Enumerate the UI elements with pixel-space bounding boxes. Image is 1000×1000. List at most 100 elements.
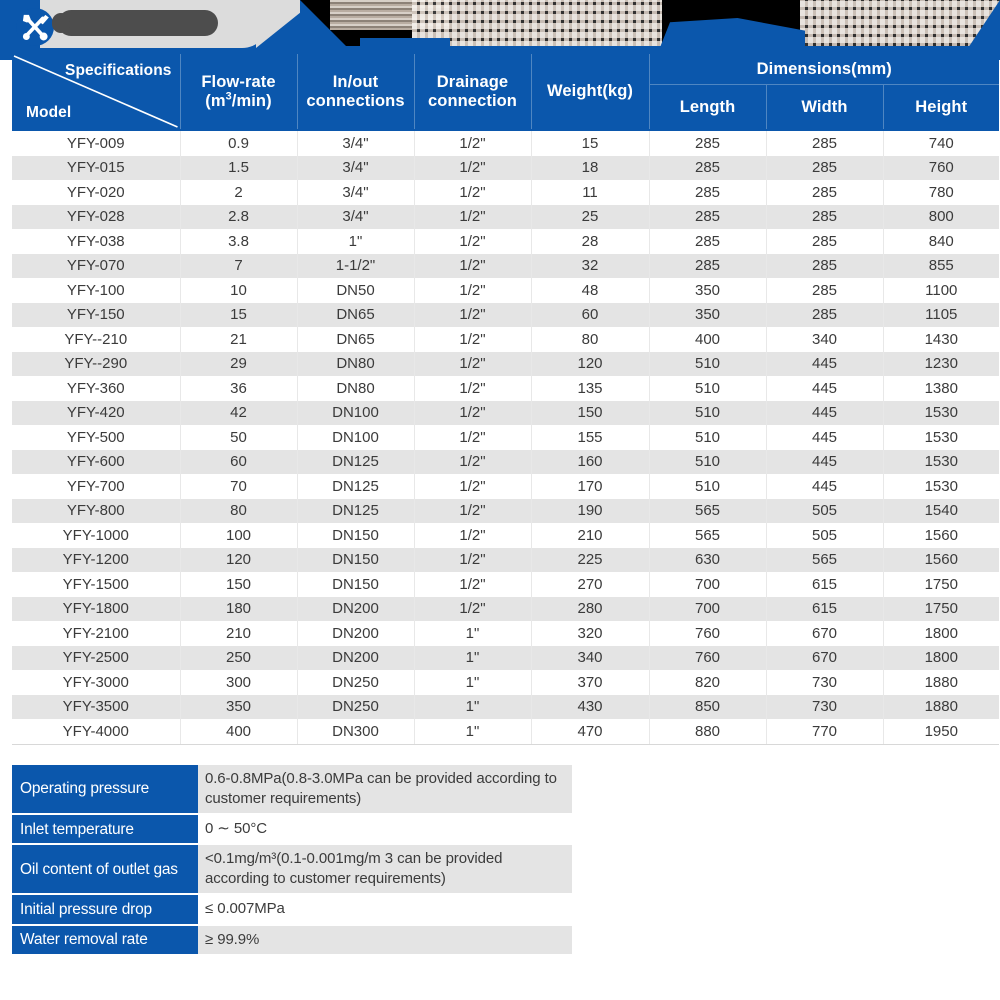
table-row: YFY-028 2.8 3/4" 1/2" 25 285 285 800: [12, 204, 1000, 229]
table-row: YFY-1000 100 DN150 1/2" 210 565 505 1560: [12, 523, 1000, 548]
cell-inout: DN150: [297, 523, 415, 548]
cell-height: 1530: [883, 425, 1000, 450]
cell-length: 760: [649, 645, 767, 670]
cell-weight: 60: [531, 302, 650, 327]
table-row: YFY-015 1.5 3/4" 1/2" 18 285 285 760: [12, 155, 1000, 180]
cell-flow: 80: [180, 498, 298, 523]
cell-length: 400: [649, 327, 767, 352]
cell-width: 565: [766, 547, 884, 572]
cell-width: 285: [766, 204, 884, 229]
cell-flow: 70: [180, 474, 298, 499]
cell-length: 630: [649, 547, 767, 572]
cell-flow: 210: [180, 621, 298, 646]
redacted-brand-text: [52, 10, 218, 36]
cell-length: 565: [649, 523, 767, 548]
cell-height: 1380: [883, 376, 1000, 401]
parameter-name: Inlet temperature: [12, 814, 198, 846]
header-model-label: Model: [26, 103, 72, 121]
cell-inout: DN65: [297, 302, 415, 327]
cell-inout: DN250: [297, 670, 415, 695]
cell-height: 1230: [883, 351, 1000, 376]
cell-weight: 340: [531, 645, 650, 670]
cell-weight: 135: [531, 376, 650, 401]
pixelated-photo-strip-right: [800, 0, 1000, 52]
cell-drain: 1/2": [414, 400, 532, 425]
cell-drain: 1/2": [414, 129, 532, 156]
cell-flow: 29: [180, 351, 298, 376]
cell-inout: 1": [297, 229, 415, 254]
cell-flow: 60: [180, 449, 298, 474]
table-row: YFY--210 21 DN65 1/2" 80 400 340 1430: [12, 327, 1000, 352]
cell-drain: 1": [414, 694, 532, 719]
cell-drain: 1/2": [414, 523, 532, 548]
table-row: YFY-038 3.8 1" 1/2" 28 285 285 840: [12, 229, 1000, 254]
operating-parameters-table: Operating pressure 0.6-0.8MPa(0.8-3.0MPa …: [12, 765, 572, 956]
cell-weight: 160: [531, 449, 650, 474]
cell-inout: DN65: [297, 327, 415, 352]
cell-drain: 1": [414, 645, 532, 670]
cell-model: YFY-009: [12, 129, 181, 156]
cell-height: 840: [883, 229, 1000, 254]
cell-width: 670: [766, 621, 884, 646]
cell-width: 445: [766, 400, 884, 425]
cell-length: 285: [649, 129, 767, 156]
cell-drain: 1/2": [414, 572, 532, 597]
parameter-value: 0 ∼ 50°C: [198, 814, 572, 846]
cell-height: 1530: [883, 474, 1000, 499]
table-row: YFY-800 80 DN125 1/2" 190 565 505 1540: [12, 498, 1000, 523]
cell-flow: 100: [180, 523, 298, 548]
cell-length: 510: [649, 351, 767, 376]
cell-length: 350: [649, 278, 767, 303]
cell-model: YFY-015: [12, 155, 181, 180]
table-row: YFY-360 36 DN80 1/2" 135 510 445 1380: [12, 376, 1000, 401]
cell-drain: 1/2": [414, 498, 532, 523]
cell-height: 780: [883, 180, 1000, 205]
header-inout-line2: connections: [306, 91, 405, 110]
cell-inout: DN150: [297, 547, 415, 572]
cell-flow: 120: [180, 547, 298, 572]
cell-flow: 50: [180, 425, 298, 450]
table-row: YFY-3500 350 DN250 1" 430 850 730 1880: [12, 694, 1000, 719]
cell-height: 1105: [883, 302, 1000, 327]
cell-weight: 170: [531, 474, 650, 499]
cell-inout: DN80: [297, 351, 415, 376]
cell-width: 285: [766, 253, 884, 278]
cell-inout: DN125: [297, 498, 415, 523]
cell-width: 285: [766, 278, 884, 303]
cell-model: YFY-700: [12, 474, 181, 499]
cell-model: YFY-2500: [12, 645, 181, 670]
header-drainage-connection: Drainage connection: [414, 54, 532, 130]
header-inout-connections: In/out connections: [297, 54, 415, 130]
cell-height: 1800: [883, 645, 1000, 670]
cell-model: YFY-500: [12, 425, 181, 450]
cell-model: YFY-4000: [12, 719, 181, 745]
cell-inout: DN200: [297, 621, 415, 646]
cell-weight: 15: [531, 129, 650, 156]
cell-weight: 210: [531, 523, 650, 548]
header-corner-cell: Specifications Model: [12, 54, 181, 130]
cell-inout: DN50: [297, 278, 415, 303]
cell-weight: 430: [531, 694, 650, 719]
cell-height: 1560: [883, 547, 1000, 572]
cell-inout: 3/4": [297, 155, 415, 180]
cell-flow: 36: [180, 376, 298, 401]
cell-weight: 470: [531, 719, 650, 745]
cell-drain: 1/2": [414, 474, 532, 499]
parameter-value: <0.1mg/m³(0.1-0.001mg/m 3 can be provide…: [198, 844, 572, 896]
cell-length: 565: [649, 498, 767, 523]
cell-inout: DN100: [297, 400, 415, 425]
cell-drain: 1/2": [414, 376, 532, 401]
cell-height: 800: [883, 204, 1000, 229]
cell-model: YFY-420: [12, 400, 181, 425]
cell-inout: DN80: [297, 376, 415, 401]
cell-width: 770: [766, 719, 884, 745]
cell-weight: 11: [531, 180, 650, 205]
cell-width: 445: [766, 351, 884, 376]
cell-drain: 1/2": [414, 596, 532, 621]
cell-inout: DN125: [297, 449, 415, 474]
table-row: YFY-009 0.9 3/4" 1/2" 15 285 285 740: [12, 129, 1000, 156]
cell-width: 445: [766, 425, 884, 450]
cell-model: YFY-028: [12, 204, 181, 229]
cell-height: 1800: [883, 621, 1000, 646]
header-specifications-label: Specifications: [65, 62, 172, 79]
